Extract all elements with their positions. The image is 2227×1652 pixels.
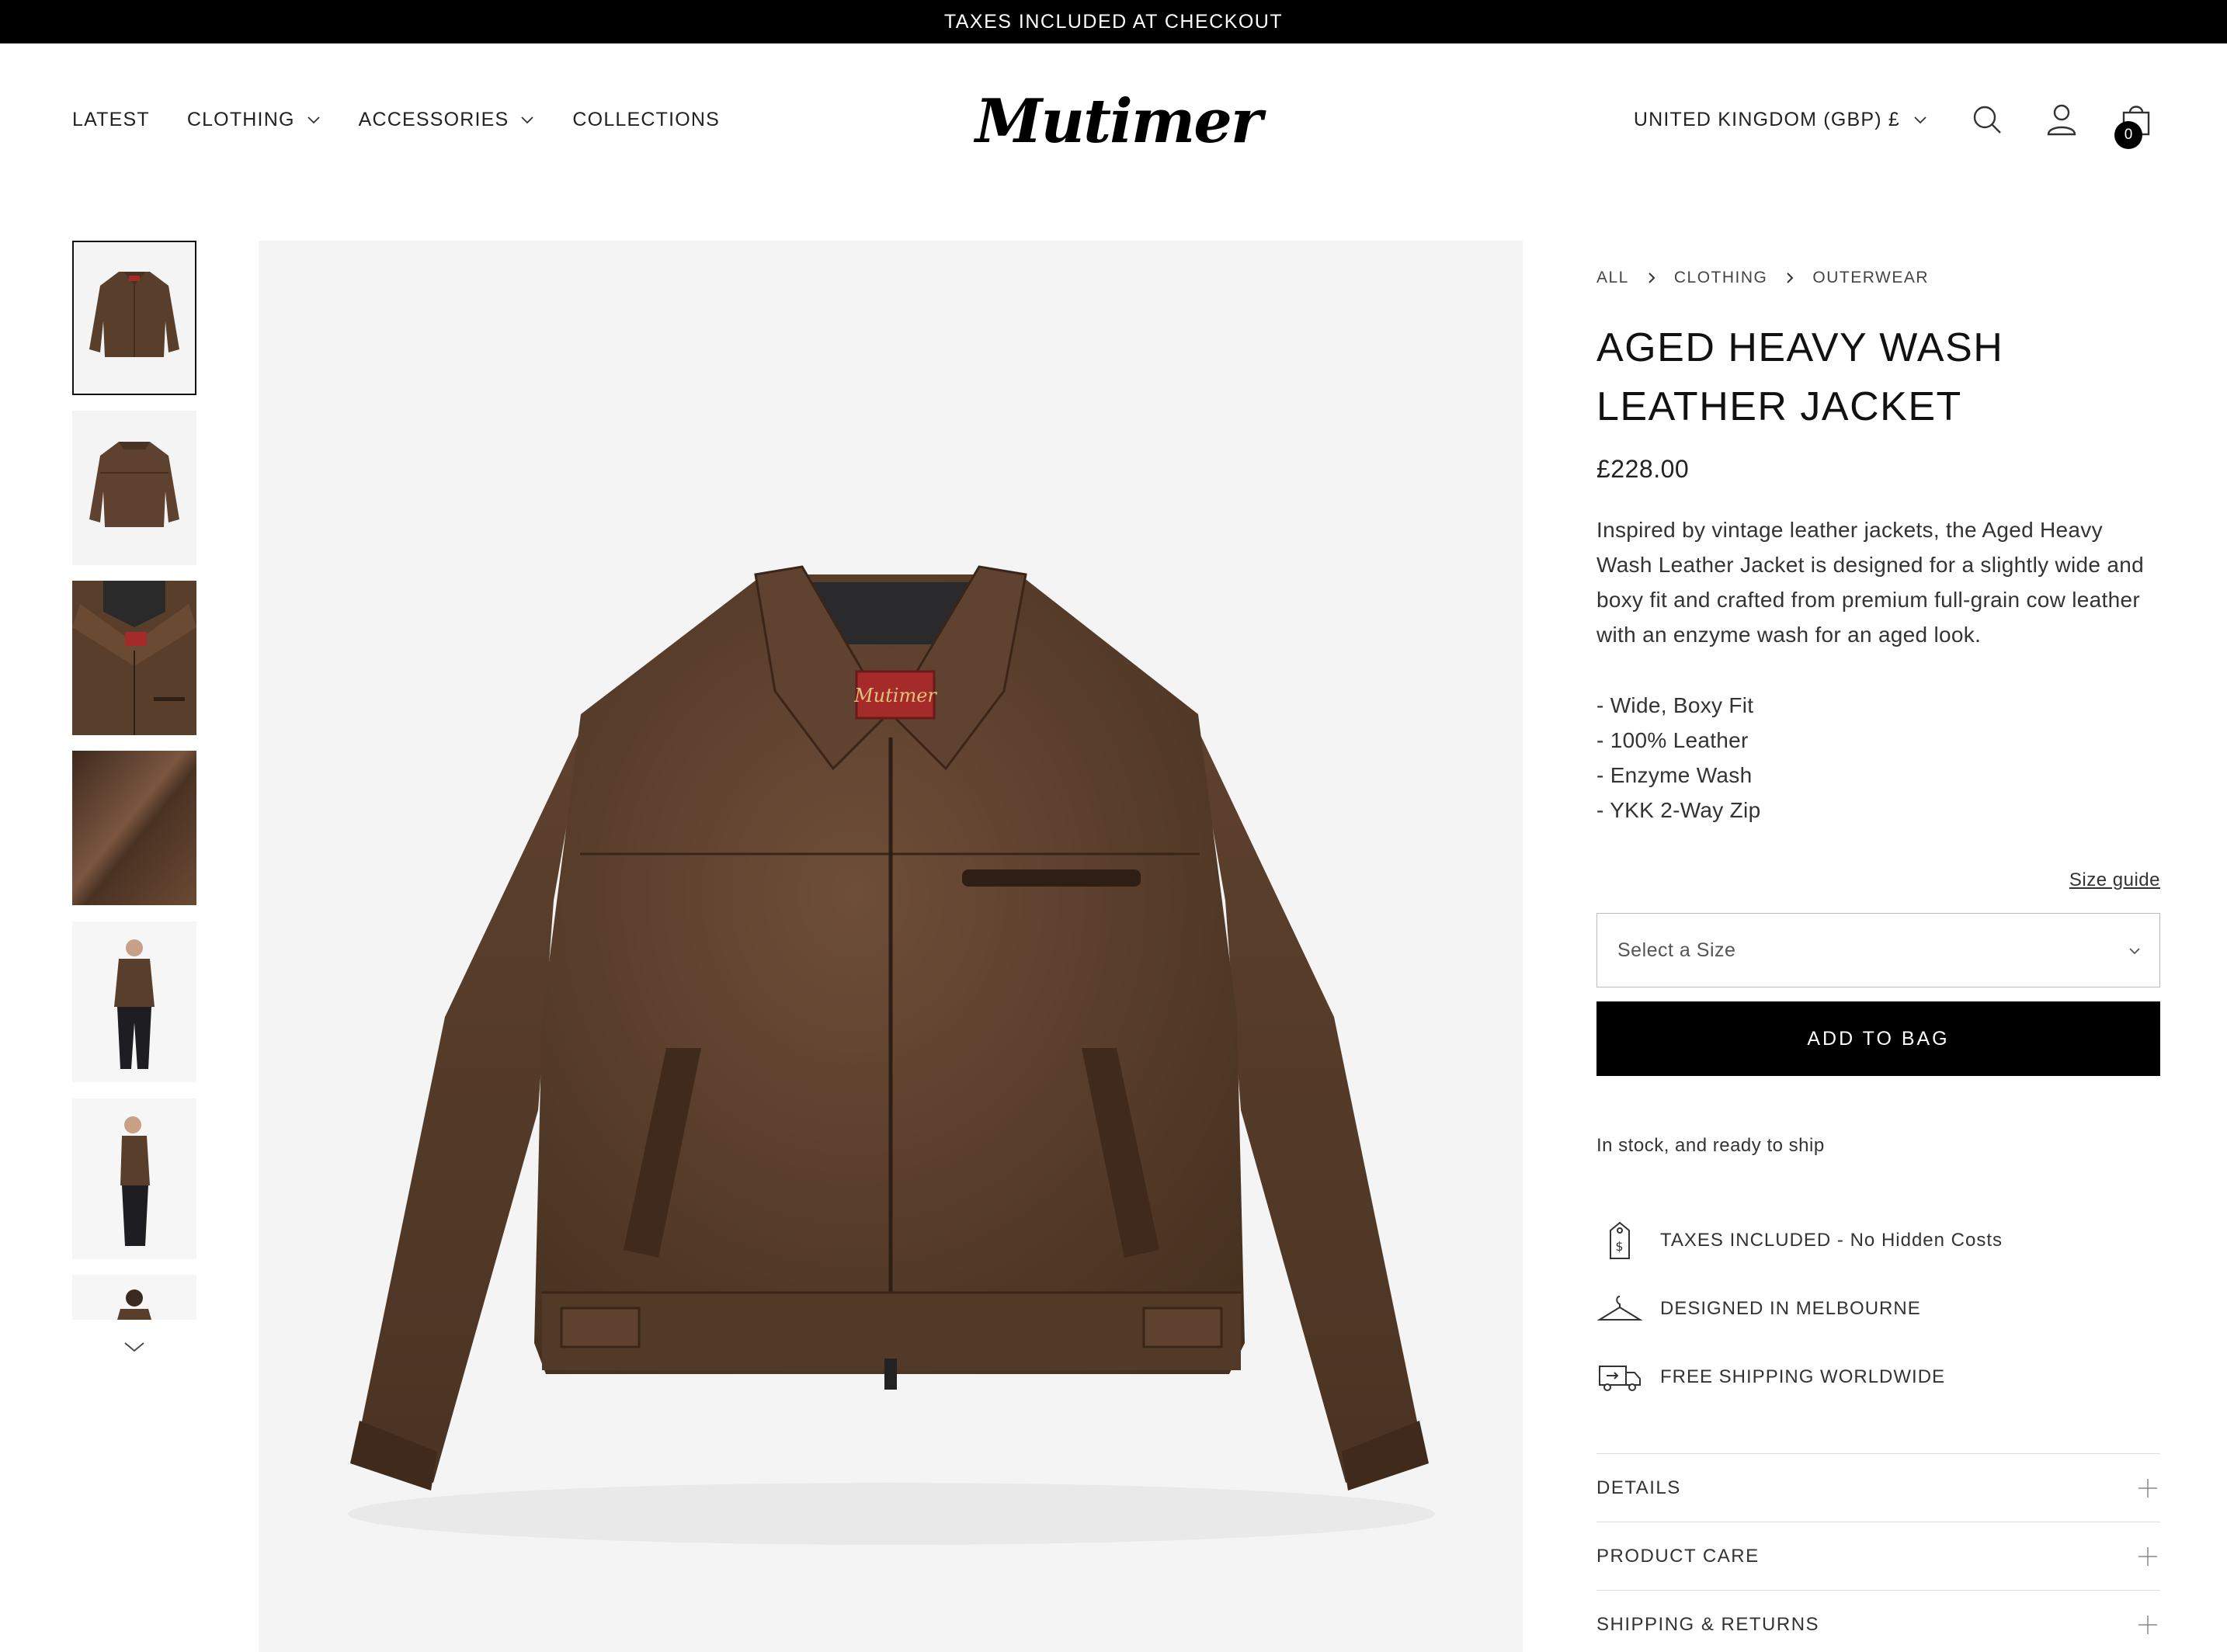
thumbnail-gallery (72, 241, 196, 1352)
chevron-down-icon (2129, 948, 2140, 955)
feature-shipping-label: FREE SHIPPING WORLDWIDE (1660, 1366, 1946, 1387)
feature-taxes: $ TAXES INCLUDED - No Hidden Costs (1596, 1220, 2003, 1261)
stock-status: In stock, and ready to ship (1596, 1135, 1825, 1156)
add-to-bag-button[interactable]: ADD TO BAG (1596, 1001, 2160, 1076)
feature-bullet: - Enzyme Wash (1596, 763, 1753, 787)
product-title: AGED HEAVY WASH LEATHER JACKET (1596, 325, 2004, 429)
thumbnails-next-button[interactable] (119, 1335, 150, 1359)
cart-count-badge: 0 (2114, 121, 2142, 149)
breadcrumb-clothing[interactable]: CLOTHING (1674, 269, 1768, 287)
jacket-back-thumbnail (72, 411, 196, 565)
svg-text:$: $ (1615, 1239, 1624, 1254)
user-icon (2047, 104, 2076, 136)
delivery-truck-icon (1599, 1366, 1641, 1391)
cart-button[interactable]: 0 (2114, 101, 2155, 149)
country-selector[interactable]: UNITED KINGDOM (GBP) £ (1634, 109, 1928, 131)
account-button[interactable] (2043, 101, 2080, 138)
nav-collections-label: COLLECTIONS (572, 108, 721, 130)
feature-bullet: - Wide, Boxy Fit (1596, 693, 1754, 717)
brand-logo-text: Mutimer (975, 85, 1263, 157)
plus-icon (2138, 1616, 2157, 1634)
nav-clothing[interactable]: CLOTHING (187, 109, 321, 131)
accordion-product-care[interactable]: PRODUCT CARE (1596, 1522, 2160, 1590)
thumbnail-model-front[interactable] (72, 921, 196, 1082)
feature-melbourne-label: DESIGNED IN MELBOURNE (1660, 1298, 1921, 1319)
brand-logo[interactable]: Mutimer (963, 82, 1273, 160)
thumbnail-model-side[interactable] (72, 1098, 196, 1259)
jacket-front-thumbnail (72, 241, 196, 395)
announcement-text: TAXES INCLUDED AT CHECKOUT (943, 10, 1284, 33)
accordion-details[interactable]: DETAILS (1596, 1453, 2160, 1522)
hanger-icon (1597, 1296, 1642, 1321)
size-guide-link[interactable]: Size guide (2069, 869, 2160, 891)
model-front-thumbnail (72, 921, 196, 1082)
feature-bullet: - 100% Leather (1596, 728, 1749, 752)
announcement-bar: TAXES INCLUDED AT CHECKOUT (0, 0, 2227, 43)
feature-melbourne: DESIGNED IN MELBOURNE (1596, 1289, 1921, 1329)
nav-latest[interactable]: LATEST (72, 109, 150, 131)
accordion-shipping-returns-label: SHIPPING & RETURNS (1596, 1613, 1820, 1635)
model-side-thumbnail (72, 1098, 196, 1259)
nav-accessories[interactable]: ACCESSORIES (359, 109, 536, 131)
plus-icon (2138, 1547, 2157, 1566)
size-select[interactable]: Select a Size (1596, 913, 2160, 987)
chevron-right-icon (1787, 272, 1794, 283)
jacket-label-text: Mutimer (853, 685, 937, 706)
chevron-down-icon (1914, 116, 1926, 124)
model-back-thumbnail (72, 1275, 196, 1320)
breadcrumb-all[interactable]: ALL (1596, 269, 1629, 287)
product-description: Inspired by vintage leather jackets, the… (1596, 518, 2144, 647)
nav-clothing-label: CLOTHING (186, 108, 295, 130)
main-nav: LATEST CLOTHING ACCESSORIES COLLECTIONS (72, 43, 720, 196)
nav-collections[interactable]: COLLECTIONS (572, 109, 720, 131)
accordion-shipping-returns[interactable]: SHIPPING & RETURNS (1596, 1590, 2160, 1652)
accordion-details-label: DETAILS (1596, 1477, 1681, 1498)
search-icon (1973, 106, 2001, 134)
product-price: £228.00 (1596, 455, 1690, 483)
thumbnail-collar-detail[interactable] (72, 581, 196, 735)
leather-texture-thumbnail (72, 751, 196, 905)
feature-shipping: FREE SHIPPING WORLDWIDE (1596, 1357, 1945, 1397)
product-features-list: - Wide, Boxy Fit - 100% Leather - Enzyme… (1596, 688, 1760, 828)
breadcrumb-outerwear[interactable]: OUTERWEAR (1812, 269, 1929, 287)
price-tag-icon: $ (1610, 1221, 1630, 1259)
chevron-down-icon (521, 116, 534, 124)
chevron-down-icon (307, 116, 320, 124)
header-utilities: UNITED KINGDOM (GBP) £ 0 (1634, 43, 2155, 196)
accordion-product-care-label: PRODUCT CARE (1596, 1545, 1760, 1567)
nav-latest-label: LATEST (72, 108, 150, 130)
search-button[interactable] (1968, 101, 2006, 138)
size-select-placeholder: Select a Size (1617, 939, 1736, 961)
thumbnail-front-flat[interactable] (72, 241, 196, 395)
thumbnail-leather-texture[interactable] (72, 751, 196, 905)
thumbnail-back-flat[interactable] (72, 411, 196, 565)
thumbnail-model-back[interactable] (72, 1275, 196, 1320)
chevron-down-icon (124, 1342, 144, 1352)
collar-detail-thumbnail (72, 581, 196, 735)
leather-jacket-image: Mutimer (348, 565, 1435, 1545)
site-header: LATEST CLOTHING ACCESSORIES COLLECTIONS … (0, 43, 2227, 196)
feature-taxes-label: TAXES INCLUDED - No Hidden Costs (1660, 1230, 2003, 1251)
breadcrumb: ALL CLOTHING OUTERWEAR (1596, 269, 1929, 287)
plus-icon (2138, 1479, 2157, 1498)
nav-accessories-label: ACCESSORIES (358, 108, 509, 130)
country-label: UNITED KINGDOM (GBP) £ (1633, 108, 1900, 130)
product-main-image[interactable]: Mutimer (259, 241, 1523, 1652)
feature-bullet: - YKK 2-Way Zip (1596, 798, 1761, 822)
chevron-right-icon (1649, 272, 1655, 283)
